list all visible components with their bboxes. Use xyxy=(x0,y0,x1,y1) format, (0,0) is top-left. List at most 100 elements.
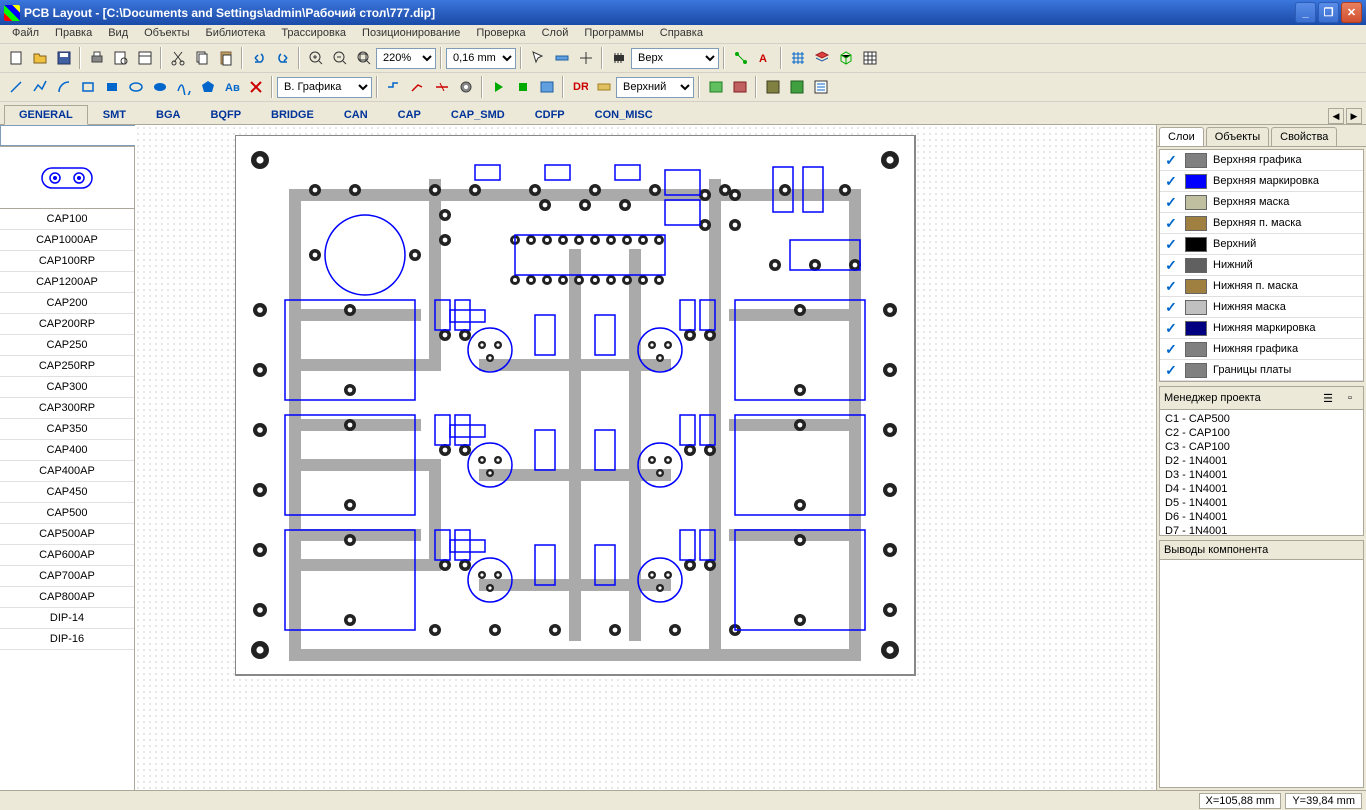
polyline-icon[interactable] xyxy=(28,76,51,98)
polygon-icon[interactable] xyxy=(196,76,219,98)
layer-visible-check[interactable]: ✓ xyxy=(1160,257,1182,274)
project-component-item[interactable]: D2 - 1N4001 xyxy=(1162,454,1361,468)
route-layer-combo[interactable]: Верхний xyxy=(616,77,694,98)
layer-visible-check[interactable]: ✓ xyxy=(1160,341,1182,358)
backannotate-icon[interactable] xyxy=(728,76,751,98)
menu-layer[interactable]: Слой xyxy=(534,25,577,43)
renumber-icon[interactable] xyxy=(704,76,727,98)
component-list[interactable]: CAP100CAP1000APCAP100RPCAP1200APCAP200CA… xyxy=(0,209,134,790)
autoroute-stop-icon[interactable] xyxy=(511,76,534,98)
tab-bga[interactable]: BGA xyxy=(141,105,195,124)
zoom-fit-icon[interactable] xyxy=(352,47,375,69)
layer-row[interactable]: ✓ Верхняя маркировка xyxy=(1160,171,1363,192)
zoom-combo[interactable]: 220% xyxy=(376,48,436,69)
component-pins-list[interactable] xyxy=(1160,560,1363,660)
line-icon[interactable] xyxy=(4,76,27,98)
component-list-item[interactable]: CAP500 xyxy=(0,503,134,524)
redo-icon[interactable] xyxy=(271,47,294,69)
tab-bqfp[interactable]: BQFP xyxy=(195,105,256,124)
ellipse-icon[interactable] xyxy=(124,76,147,98)
paste-icon[interactable] xyxy=(214,47,237,69)
menu-check[interactable]: Проверка xyxy=(468,25,533,43)
open-file-icon[interactable] xyxy=(28,47,51,69)
route-manual-icon[interactable] xyxy=(382,76,405,98)
tab-layers[interactable]: Слои xyxy=(1159,127,1204,146)
layer-color-swatch[interactable] xyxy=(1185,342,1207,357)
component-list-item[interactable]: CAP300 xyxy=(0,377,134,398)
layer-visible-check[interactable]: ✓ xyxy=(1160,215,1182,232)
undo-icon[interactable] xyxy=(247,47,270,69)
menu-objects[interactable]: Объекты xyxy=(136,25,197,43)
via-icon[interactable] xyxy=(454,76,477,98)
layer-visible-check[interactable]: ✓ xyxy=(1160,194,1182,211)
component-list-item[interactable]: CAP200RP xyxy=(0,314,134,335)
drc-check-icon[interactable]: DRC xyxy=(568,76,591,98)
cut-icon[interactable] xyxy=(166,47,189,69)
tab-properties[interactable]: Свойства xyxy=(1271,127,1337,146)
layer-visible-check[interactable]: ✓ xyxy=(1160,299,1182,316)
save-icon[interactable] xyxy=(52,47,75,69)
tab-con-misc[interactable]: CON_MISC xyxy=(580,105,668,124)
filled-rect-icon[interactable] xyxy=(100,76,123,98)
delete-icon[interactable] xyxy=(244,76,267,98)
layer-visible-check[interactable]: ✓ xyxy=(1160,320,1182,337)
text-icon[interactable]: Авс xyxy=(220,76,243,98)
layer-row[interactable]: ✓ Верхняя маска xyxy=(1160,192,1363,213)
tab-bridge[interactable]: BRIDGE xyxy=(256,105,329,124)
pm-filter-icon[interactable]: ☰ xyxy=(1319,390,1337,406)
component-list-item[interactable]: CAP500AP xyxy=(0,524,134,545)
component-list-item[interactable]: CAP1200AP xyxy=(0,272,134,293)
component-filter-input[interactable] xyxy=(0,125,148,146)
pcb-board-view[interactable] xyxy=(235,135,1055,715)
layer-color-swatch[interactable] xyxy=(1185,216,1207,231)
tab-can[interactable]: CAN xyxy=(329,105,383,124)
menu-positioning[interactable]: Позиционирование xyxy=(354,25,468,43)
tab-objects[interactable]: Объекты xyxy=(1206,127,1269,146)
project-component-item[interactable]: D4 - 1N4001 xyxy=(1162,482,1361,496)
print-icon[interactable] xyxy=(85,47,108,69)
tab-cdfp[interactable]: CDFP xyxy=(520,105,580,124)
project-component-item[interactable]: D7 - 1N4001 xyxy=(1162,524,1361,535)
component-list-item[interactable]: DIP-14 xyxy=(0,608,134,629)
tabs-prev-icon[interactable]: ◀ xyxy=(1328,108,1344,124)
component-list-item[interactable]: CAP300RP xyxy=(0,398,134,419)
copy-icon[interactable] xyxy=(190,47,213,69)
component-list-item[interactable]: CAP450 xyxy=(0,482,134,503)
route-edit-icon[interactable] xyxy=(406,76,429,98)
arc-icon[interactable] xyxy=(52,76,75,98)
new-file-icon[interactable] xyxy=(4,47,27,69)
maximize-button[interactable]: ❐ xyxy=(1318,2,1339,23)
layers-list[interactable]: ✓ Верхняя графика✓ Верхняя маркировка✓ В… xyxy=(1159,149,1364,382)
tab-cap-smd[interactable]: CAP_SMD xyxy=(436,105,520,124)
component-list-item[interactable]: CAP800AP xyxy=(0,587,134,608)
component-list-item[interactable]: CAP700AP xyxy=(0,566,134,587)
project-component-item[interactable]: D3 - 1N4001 xyxy=(1162,468,1361,482)
zoom-out-icon[interactable] xyxy=(328,47,351,69)
filled-ellipse-icon[interactable] xyxy=(148,76,171,98)
tab-general[interactable]: GENERAL xyxy=(4,105,88,125)
layer-visible-check[interactable]: ✓ xyxy=(1160,173,1182,190)
ratsnest-icon[interactable] xyxy=(729,47,752,69)
component-list-item[interactable]: CAP100RP xyxy=(0,251,134,272)
layer-color-swatch[interactable] xyxy=(1185,153,1207,168)
component-list-item[interactable]: CAP400 xyxy=(0,440,134,461)
project-component-item[interactable]: D5 - 1N4001 xyxy=(1162,496,1361,510)
layer-row[interactable]: ✓ Верхний xyxy=(1160,234,1363,255)
pointer-icon[interactable] xyxy=(526,47,549,69)
autoroute-run-icon[interactable] xyxy=(487,76,510,98)
3d-icon[interactable] xyxy=(834,47,857,69)
layer-color-swatch[interactable] xyxy=(1185,279,1207,294)
menu-edit[interactable]: Правка xyxy=(47,25,100,43)
graphics-layer-combo[interactable]: В. Графика xyxy=(277,77,372,98)
layer-row[interactable]: ✓ Верхняя графика xyxy=(1160,150,1363,171)
component-list-item[interactable]: DIP-16 xyxy=(0,629,134,650)
layer-visible-check[interactable]: ✓ xyxy=(1160,278,1182,295)
project-component-item[interactable]: C3 - CAP100 xyxy=(1162,440,1361,454)
autoroute-settings-icon[interactable] xyxy=(535,76,558,98)
component-list-item[interactable]: CAP250RP xyxy=(0,356,134,377)
drc-icon[interactable]: A xyxy=(753,47,776,69)
table-icon[interactable] xyxy=(858,47,881,69)
pm-chip-icon[interactable]: ▫ xyxy=(1341,390,1359,406)
layers-toggle-icon[interactable] xyxy=(810,47,833,69)
component-list-item[interactable]: CAP400AP xyxy=(0,461,134,482)
